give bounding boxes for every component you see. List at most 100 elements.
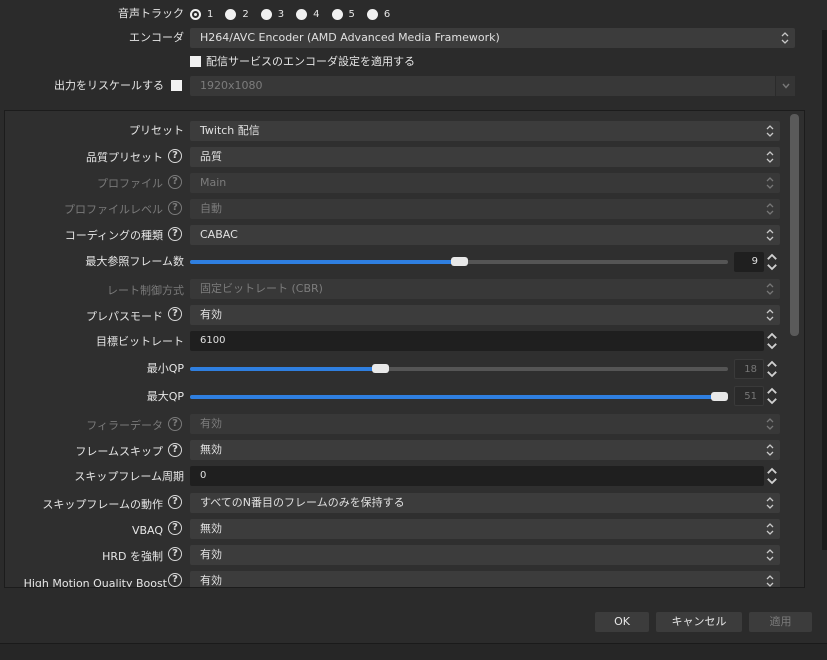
enforce-hrd-label: HRD を強制	[102, 550, 163, 563]
high-motion-quality-boost-select[interactable]: 有効	[190, 571, 780, 587]
profile-select: Main	[190, 173, 780, 193]
high-motion-quality-boost-value: 有効	[200, 574, 222, 587]
help-icon[interactable]: ?	[168, 227, 182, 241]
profile-value: Main	[200, 176, 227, 189]
updown-arrows-icon	[760, 545, 780, 565]
target-bitrate-input[interactable]: 6100	[190, 331, 764, 351]
updown-arrows-icon	[760, 493, 780, 513]
updown-arrows-icon	[760, 199, 780, 219]
high-motion-row-clip: High Motion Quality Boost ? 有効	[5, 566, 805, 587]
preset-select[interactable]: Twitch 配信	[190, 121, 780, 141]
audio-track-radio-6[interactable]: 6	[366, 8, 390, 20]
slider-handle[interactable]	[372, 364, 389, 373]
help-icon[interactable]: ?	[168, 573, 182, 587]
profile-level-value: 自動	[200, 202, 222, 215]
max-qp-spinbox[interactable]: 51	[734, 386, 764, 406]
rescale-resolution-select[interactable]: 1920x1080	[190, 76, 795, 96]
rescale-label: 出力をリスケールする	[54, 79, 164, 92]
panel-scrollbar[interactable]	[790, 114, 799, 336]
max-ref-frames-spinbox[interactable]: 9	[734, 252, 764, 272]
rescale-checkbox[interactable]	[171, 80, 182, 91]
help-icon: ?	[168, 201, 182, 215]
slider-handle[interactable]	[451, 257, 468, 266]
min-qp-spinbox[interactable]: 18	[734, 359, 764, 379]
audio-track-radio-group: 1 2 3 4 5 6	[190, 7, 402, 21]
max-qp-label: 最大QP	[146, 390, 184, 403]
coding-type-select[interactable]: CABAC	[190, 225, 780, 245]
updown-arrows-icon	[760, 414, 780, 434]
filler-data-value: 有効	[200, 417, 222, 430]
min-qp-label: 最小QP	[146, 362, 184, 375]
updown-arrows-icon	[760, 279, 780, 299]
ok-button[interactable]: OK	[595, 612, 649, 632]
max-ref-frames-slider[interactable]	[190, 257, 728, 266]
frame-skip-select[interactable]: 無効	[190, 440, 780, 460]
audio-track-radio-4[interactable]: 4	[296, 8, 320, 20]
quality-preset-value: 品質	[200, 150, 222, 163]
encoder-value: H264/AVC Encoder (AMD Advanced Media Fra…	[200, 31, 500, 44]
max-qp-slider[interactable]	[190, 392, 728, 401]
encoder-select[interactable]: H264/AVC Encoder (AMD Advanced Media Fra…	[190, 28, 795, 48]
audio-track-radio-5[interactable]: 5	[331, 8, 355, 20]
slider-handle[interactable]	[711, 392, 728, 401]
window-edge	[822, 30, 827, 550]
enforce-service-settings-checkbox[interactable]	[190, 56, 201, 67]
rate-control-value: 固定ビットレート (CBR)	[200, 282, 323, 295]
quality-preset-select[interactable]: 品質	[190, 147, 780, 167]
rate-control-select: 固定ビットレート (CBR)	[190, 279, 780, 299]
help-icon[interactable]: ?	[168, 443, 182, 457]
updown-arrows-icon	[760, 440, 780, 460]
spin-arrows-icon[interactable]	[765, 359, 779, 379]
audio-track-label: 音声トラック	[118, 7, 184, 20]
rescale-resolution-value: 1920x1080	[200, 79, 263, 92]
audio-track-radio-1[interactable]: 1	[190, 8, 213, 20]
min-qp-slider[interactable]	[190, 364, 728, 373]
cancel-button[interactable]: キャンセル	[656, 612, 742, 632]
chevron-down-icon	[775, 76, 795, 96]
skip-frame-behavior-select[interactable]: すべてのN番目のフレームのみを保持する	[190, 493, 780, 513]
filler-data-label: フィラーデータ	[86, 419, 163, 432]
prepass-mode-select[interactable]: 有効	[190, 305, 780, 325]
help-icon: ?	[168, 175, 182, 189]
high-motion-quality-boost-label: High Motion Quality Boost	[23, 577, 167, 587]
audio-track-radio-2[interactable]: 2	[225, 8, 249, 20]
vbaq-value: 無効	[200, 522, 222, 535]
skip-frame-behavior-value: すべてのN番目のフレームのみを保持する	[200, 496, 405, 509]
frame-skip-value: 無効	[200, 443, 222, 456]
max-ref-frames-label: 最大参照フレーム数	[85, 255, 184, 268]
audio-track-radio-3[interactable]: 3	[260, 8, 284, 20]
coding-type-label: コーディングの種類	[64, 229, 163, 242]
frame-skip-label: フレームスキップ	[75, 445, 163, 458]
help-icon[interactable]: ?	[168, 149, 182, 163]
quality-preset-label: 品質プリセット	[86, 151, 163, 164]
updown-arrows-icon	[760, 147, 780, 167]
updown-arrows-icon	[775, 28, 795, 48]
help-icon[interactable]: ?	[168, 547, 182, 561]
enforce-service-settings-label: 配信サービスのエンコーダ設定を適用する	[206, 55, 415, 68]
encoder-label: エンコーダ	[129, 31, 184, 44]
updown-arrows-icon	[760, 121, 780, 141]
updown-arrows-icon	[760, 519, 780, 539]
prepass-mode-value: 有効	[200, 308, 222, 321]
enforce-hrd-select[interactable]: 有効	[190, 545, 780, 565]
spin-arrows-icon[interactable]	[765, 252, 779, 272]
slider-fill	[190, 367, 381, 371]
help-icon: ?	[168, 417, 182, 431]
coding-type-value: CABAC	[200, 228, 238, 241]
spin-arrows-icon[interactable]	[765, 386, 779, 406]
updown-arrows-icon	[760, 571, 780, 587]
slider-fill	[190, 395, 720, 399]
apply-button[interactable]: 適用	[749, 612, 812, 632]
profile-level-select: 自動	[190, 199, 780, 219]
vbaq-select[interactable]: 無効	[190, 519, 780, 539]
spin-arrows-icon[interactable]	[765, 331, 779, 351]
preset-value: Twitch 配信	[200, 124, 260, 137]
vbaq-label: VBAQ	[131, 524, 163, 537]
enforce-hrd-value: 有効	[200, 548, 222, 561]
help-icon[interactable]: ?	[168, 307, 182, 321]
spin-arrows-icon[interactable]	[765, 466, 779, 486]
help-icon[interactable]: ?	[168, 495, 182, 509]
help-icon[interactable]: ?	[168, 521, 182, 535]
skip-frame-period-input[interactable]: 0	[190, 466, 764, 486]
target-bitrate-label: 目標ビットレート	[96, 335, 184, 348]
